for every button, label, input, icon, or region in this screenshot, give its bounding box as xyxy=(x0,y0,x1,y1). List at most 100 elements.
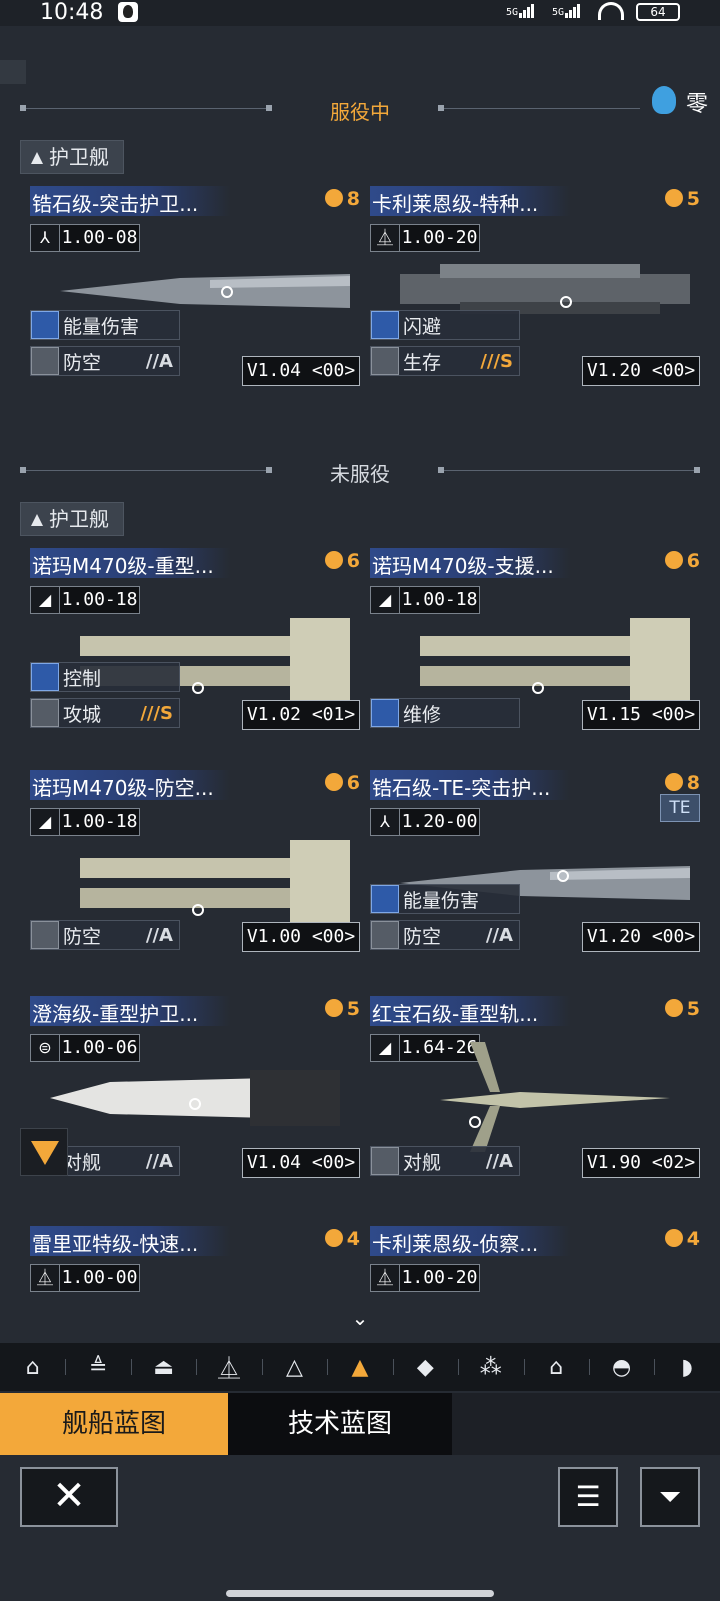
user-avatar-icon[interactable] xyxy=(652,86,676,114)
version-label: V1.20 <00> xyxy=(582,922,700,952)
tier-coin-icon xyxy=(324,551,343,569)
tier-coin-icon xyxy=(324,1229,343,1247)
status-time: 10:48 xyxy=(40,0,104,25)
ship-type-filter-bar: ⌂ ≜ ⏏ ⏅ △ ▲ ◆ ⁂ ⌂ ◓ ◗ xyxy=(0,1343,720,1391)
ship-rating: ⏅ 1.00-20 xyxy=(370,1264,480,1292)
tier-coin-icon xyxy=(664,189,683,207)
tier-coin-icon xyxy=(324,773,343,791)
tier-badge: 5 xyxy=(324,998,360,1020)
signal-icon: 5G xyxy=(552,4,581,18)
filter-station-icon[interactable]: ⌂ xyxy=(523,1343,589,1391)
energy-damage-icon xyxy=(31,311,59,339)
not-in-service-title: 未服役 xyxy=(330,462,390,486)
filter-carrier-icon[interactable]: ⌂ xyxy=(0,1343,65,1391)
ship-card[interactable]: 诺玛M470级-防空... 6 ◢ 1.00-18 防空//A V1.00 <00… xyxy=(30,770,360,980)
ship-card[interactable]: 锆石级-突击护卫... 8 ⅄ 1.00-08 能量伤害 防空 //A V1.0… xyxy=(30,186,360,396)
filter-icon: ⏷ xyxy=(658,1480,682,1513)
collapse-triangle-icon xyxy=(31,152,43,164)
filter-destroyer-icon[interactable]: ⏅ xyxy=(196,1343,261,1391)
ship-card[interactable]: 澄海级-重型护卫... 5 ⊜ 1.00-06 对舰//A V1.04 <00> xyxy=(30,996,360,1206)
ship-class-icon: ◢ xyxy=(370,586,400,614)
ship-class-icon: ◢ xyxy=(30,808,60,836)
clipboard-icon: ☰ xyxy=(575,1480,601,1513)
user-name[interactable]: 零 xyxy=(686,86,708,118)
repair-icon xyxy=(371,699,399,727)
anti-air-icon xyxy=(31,347,59,375)
in-service-title: 服役中 xyxy=(330,100,390,124)
filter-shield-icon[interactable]: ◗ xyxy=(654,1343,719,1391)
filter-cruiser-icon[interactable]: ⏏ xyxy=(130,1343,196,1391)
not-in-service-header: 未服役 xyxy=(20,458,700,486)
side-drawer-tab[interactable] xyxy=(0,60,26,84)
filter-corvette-icon[interactable]: ◆ xyxy=(392,1343,458,1391)
ship-rating: ⏅ 1.00-00 xyxy=(30,1264,140,1292)
trait-siege: 攻城///S xyxy=(30,698,180,728)
filter-module-icon[interactable]: ◓ xyxy=(588,1343,654,1391)
battery-icon: 64 xyxy=(636,3,680,21)
tier-badge: 4 xyxy=(324,1228,360,1250)
anti-air-icon xyxy=(371,921,399,949)
trait-anti-air: 防空//A xyxy=(370,920,520,950)
version-label: V1.04 <00> xyxy=(242,356,360,386)
tier-coin-icon xyxy=(324,999,343,1017)
bottom-action-bar: ✕ ☰ ⏷ xyxy=(0,1455,720,1601)
ship-class-icon: ⊜ xyxy=(30,1034,60,1062)
ship-class-icon: ⏅ xyxy=(370,224,400,252)
filter-button[interactable]: ⏷ xyxy=(640,1467,700,1527)
filter-frigate-icon[interactable]: ▲ xyxy=(327,1343,392,1391)
filter-frigate-outline-icon[interactable]: △ xyxy=(261,1343,327,1391)
version-label: V1.04 <00> xyxy=(242,1148,360,1178)
ship-card[interactable]: 红宝石级-重型轨... 5 ◢ 1.64-26 对舰//A V1.90 <02> xyxy=(370,996,700,1206)
ship-card[interactable]: 诺玛M470级-重型... 6 ◢ 1.00-18 控制 攻城///S V1.02… xyxy=(30,548,360,758)
ship-name: 雷里亚特级-快速... xyxy=(32,1232,199,1256)
control-icon xyxy=(31,663,59,691)
tier-coin-icon xyxy=(664,1229,683,1247)
tier-badge: 8 xyxy=(664,772,700,794)
ship-card[interactable]: 雷里亚特级-快速... 4 ⏅ 1.00-00 xyxy=(30,1226,360,1306)
blueprint-mode-tabs: 舰船蓝图 技术蓝图 xyxy=(0,1393,720,1455)
trait-evasion: 闪避 xyxy=(370,310,520,340)
trait-survival: 生存 ///S xyxy=(370,346,520,376)
tier-badge: 5 xyxy=(664,188,700,210)
document-button[interactable]: ☰ xyxy=(558,1467,618,1527)
ship-rating: ◢ 1.00-18 xyxy=(370,586,480,614)
tab-tech-blueprint[interactable]: 技术蓝图 xyxy=(228,1393,452,1455)
trait-energy-damage: 能量伤害 xyxy=(370,884,520,914)
tier-badge: 6 xyxy=(324,772,360,794)
ship-card[interactable]: 卡利莱恩级-特种... 5 ⏅ 1.00-20 闪避 生存 ///S V1.20… xyxy=(370,186,700,396)
category-toggle-frigate[interactable]: 护卫舰 xyxy=(20,502,124,536)
filter-battleship-icon[interactable]: ≜ xyxy=(65,1343,130,1391)
ship-rating: ⅄ 1.20-00 xyxy=(370,808,480,836)
tier-coin-icon xyxy=(664,999,683,1017)
ship-class-icon: ⏅ xyxy=(30,1264,60,1292)
ship-name: 锆石级-TE-突击护... xyxy=(372,776,551,800)
ship-card[interactable]: 卡利莱恩级-侦察... 4 ⏅ 1.00-20 xyxy=(370,1226,700,1306)
chevron-down-icon[interactable]: ⌄ xyxy=(348,1308,372,1328)
close-icon: ✕ xyxy=(52,1473,86,1519)
ship-rating: ⊜ 1.00-06 xyxy=(30,1034,140,1062)
filter-fighter-group-icon[interactable]: ⁂ xyxy=(458,1343,523,1391)
trait-repair: 维修 xyxy=(370,698,520,728)
tier-badge: 5 xyxy=(664,998,700,1020)
wifi-icon xyxy=(598,2,624,20)
tier-badge: 4 xyxy=(664,1228,700,1250)
triangle-menu-icon[interactable] xyxy=(20,1128,68,1176)
version-label: V1.20 <00> xyxy=(582,356,700,386)
ship-class-icon: ◢ xyxy=(370,1034,400,1062)
ship-image xyxy=(60,840,350,926)
version-label: V1.90 <02> xyxy=(582,1148,700,1178)
tab-ship-blueprint[interactable]: 舰船蓝图 xyxy=(0,1393,228,1455)
tier-badge: 6 xyxy=(664,550,700,572)
category-toggle-frigate[interactable]: 护卫舰 xyxy=(20,140,124,174)
collapse-triangle-icon xyxy=(31,514,43,526)
home-indicator[interactable] xyxy=(226,1590,494,1597)
version-label: V1.02 <01> xyxy=(242,700,360,730)
ship-card[interactable]: 锆石级-TE-突击护... 8 TE ⅄ 1.20-00 能量伤害 防空//A V… xyxy=(370,770,700,980)
ship-rating: ⅄ 1.00-08 xyxy=(30,224,140,252)
ship-card[interactable]: 诺玛M470级-支援... 6 ◢ 1.00-18 维修 V1.15 <00> xyxy=(370,548,700,758)
trait-anti-air: 防空//A xyxy=(30,920,180,950)
qq-notification-icon xyxy=(118,2,138,22)
tier-badge: 6 xyxy=(324,550,360,572)
close-button[interactable]: ✕ xyxy=(20,1467,118,1527)
signal-icon: 5G xyxy=(506,4,535,18)
